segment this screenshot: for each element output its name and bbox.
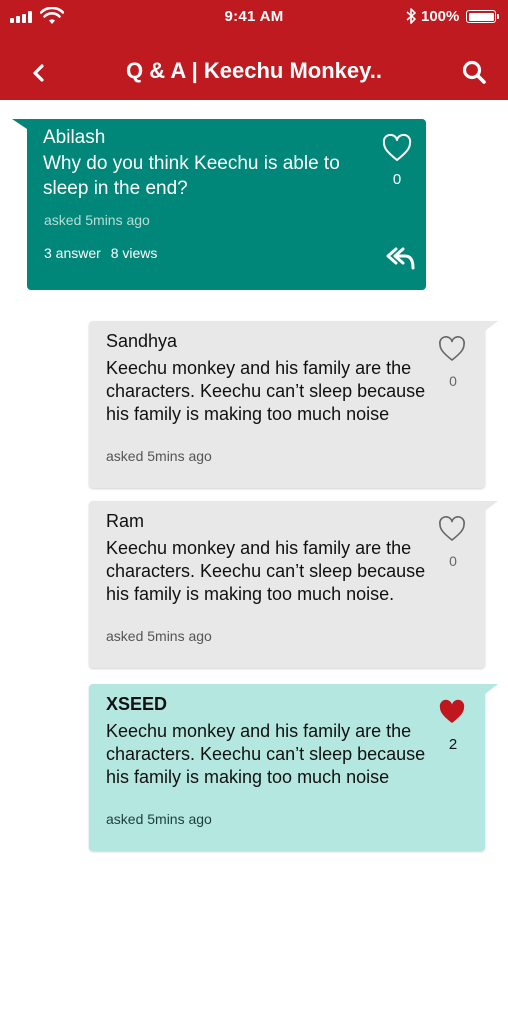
- app-header: 9:41 AM 100% Q & A | Keechu Monkey..: [0, 0, 508, 100]
- back-button[interactable]: [26, 58, 52, 88]
- search-icon[interactable]: [460, 58, 488, 86]
- view-count: 8 views: [110, 245, 158, 261]
- answer-like-count: 2: [448, 736, 458, 753]
- answer-like-count: 0: [449, 373, 457, 389]
- answer-timestamp: asked 5mins ago: [106, 811, 212, 827]
- answer-author: Sandhya: [106, 331, 178, 351]
- reply-all-icon[interactable]: [385, 243, 417, 271]
- answer-author: Ram: [106, 511, 145, 531]
- answer-card[interactable]: Sandhya Keechu monkey and his family are…: [89, 321, 498, 488]
- answer-text: Keechu monkey and his family are the cha…: [106, 358, 426, 424]
- heart-icon[interactable]: [381, 133, 413, 163]
- answer-text: Keechu monkey and his family are the cha…: [106, 538, 426, 604]
- question-like-count: 0: [392, 171, 402, 188]
- question-author: Abilash: [43, 127, 106, 148]
- heart-icon[interactable]: [437, 515, 467, 543]
- page-title: Q & A | Keechu Monkey..: [126, 58, 382, 83]
- bluetooth-icon: [406, 8, 416, 24]
- answer-author: XSEED: [106, 694, 168, 714]
- heart-filled-icon[interactable]: [437, 698, 467, 726]
- heart-icon[interactable]: [437, 335, 467, 363]
- question-stats: 3 answer 8 views: [44, 245, 163, 261]
- answer-timestamp: asked 5mins ago: [106, 628, 212, 644]
- battery-percentage: 100%: [421, 8, 460, 25]
- answer-text: Keechu monkey and his family are the cha…: [106, 721, 426, 787]
- answer-like-count: 0: [449, 553, 457, 569]
- status-bar: 9:41 AM 100%: [0, 0, 508, 34]
- battery-icon: [466, 10, 499, 23]
- answer-card-highlighted[interactable]: XSEED Keechu monkey and his family are t…: [89, 684, 498, 851]
- question-text: Why do you think Keechu is able to sleep…: [43, 153, 340, 199]
- question-card[interactable]: Abilash Why do you think Keechu is able …: [12, 119, 426, 290]
- question-timestamp: asked 5mins ago: [44, 212, 150, 228]
- answer-count: 3 answer: [44, 245, 101, 261]
- answer-card[interactable]: Ram Keechu monkey and his family are the…: [89, 501, 498, 668]
- answer-timestamp: asked 5mins ago: [106, 448, 212, 464]
